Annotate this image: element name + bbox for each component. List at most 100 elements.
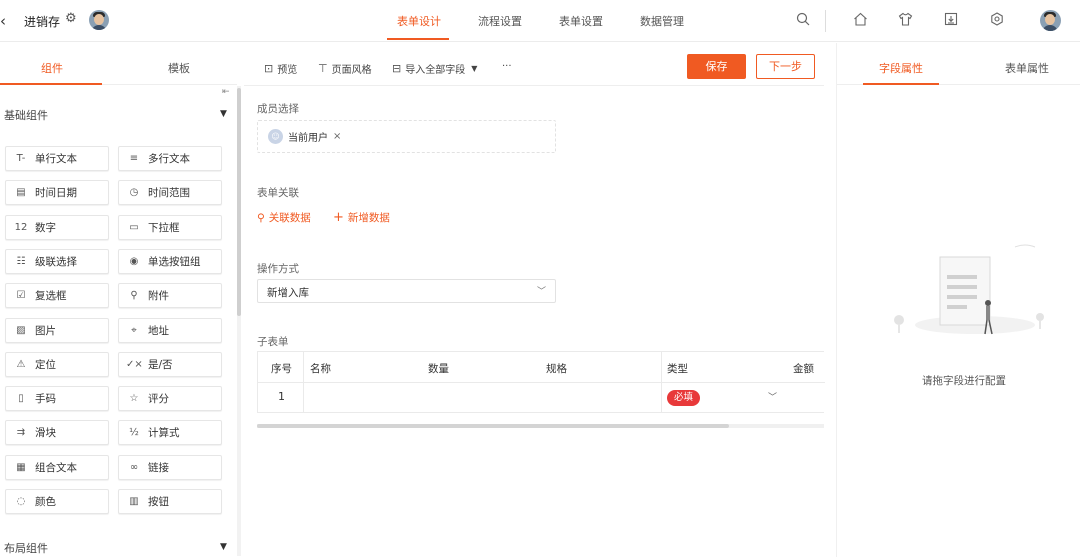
component-yes-no[interactable]: ✓× 是/否 xyxy=(118,351,222,377)
component-location[interactable]: ⚠ 定位 xyxy=(5,351,109,377)
component-label: 计算式 xyxy=(148,427,180,440)
radio-group-icon: ◉ xyxy=(129,255,139,267)
attachment-icon: ⚲ xyxy=(130,290,138,302)
operation-select[interactable]: 新增入库 ﹀ xyxy=(257,279,556,303)
component-button[interactable]: ▥ 按钮 xyxy=(118,489,222,514)
component-label: 链接 xyxy=(148,461,169,474)
tab-form-design[interactable]: 表单设计 xyxy=(397,13,441,29)
caret-down-icon: ▼ xyxy=(471,64,478,73)
import-fields-button[interactable]: ⊟ 导入全部字段 ▼ xyxy=(392,61,477,76)
tab-templates[interactable]: 模板 xyxy=(168,60,190,76)
collapse-panel-icon[interactable]: ⇤ xyxy=(222,87,230,97)
relation-field-label: 表单关联 xyxy=(257,187,299,199)
preview-icon: ⊡ xyxy=(264,62,274,75)
member-chip-label: 当前用户 xyxy=(288,133,328,144)
component-label: 单行文本 xyxy=(35,153,77,165)
component-time-range[interactable]: ◷ 时间范围 xyxy=(118,180,222,206)
component-label: 时间日期 xyxy=(35,187,77,200)
tab-underline xyxy=(863,83,939,85)
image-icon: ▨ xyxy=(16,324,26,336)
component-phone[interactable]: ▯ 手码 xyxy=(5,386,109,412)
component-color[interactable]: ◌ 颜色 xyxy=(5,489,109,514)
settings-icon[interactable] xyxy=(990,12,1004,30)
user-avatar[interactable] xyxy=(1040,10,1061,31)
component-multi-line-text[interactable]: ≡ 多行文本 xyxy=(118,146,222,171)
component-cascade-select[interactable]: ☷ 级联选择 xyxy=(5,248,109,274)
home-icon[interactable] xyxy=(853,12,868,30)
combo-text-icon: ▦ xyxy=(16,461,26,473)
download-icon[interactable] xyxy=(944,12,958,30)
preview-label: 预览 xyxy=(277,65,298,76)
link-icon: ⚲ xyxy=(257,211,265,224)
add-data-button[interactable]: + 新增数据 xyxy=(333,210,390,225)
slider-icon: ⇉ xyxy=(16,427,26,439)
col-header-qty: 数量 xyxy=(428,363,449,375)
tab-form-settings[interactable]: 表单设置 xyxy=(559,13,603,29)
table-scroll-thumb[interactable] xyxy=(257,424,729,428)
button-icon: ▥ xyxy=(129,496,139,507)
operation-field-label: 操作方式 xyxy=(257,263,299,275)
link-data-button[interactable]: ⚲ 关联数据 xyxy=(257,210,311,225)
rating-icon: ☆ xyxy=(129,393,139,405)
operation-value: 新增入库 xyxy=(267,287,309,299)
add-data-label: 新增数据 xyxy=(347,212,390,224)
page-style-button[interactable]: ⊤ 页面风格 xyxy=(318,61,372,76)
checkbox-icon: ☑ xyxy=(16,290,26,302)
component-combo-text[interactable]: ▦ 组合文本 xyxy=(5,454,109,480)
component-link[interactable]: ∞ 链接 xyxy=(118,454,222,480)
component-radio-group[interactable]: ◉ 单选按钮组 xyxy=(118,248,222,274)
component-single-line-text[interactable]: T- 单行文本 xyxy=(5,146,109,171)
next-step-button[interactable]: 下一步 xyxy=(756,54,815,79)
panel-scroll-thumb[interactable] xyxy=(237,88,241,316)
back-icon[interactable]: ‹ xyxy=(0,12,6,30)
component-label: 时间范围 xyxy=(148,187,190,200)
tab-flow-settings[interactable]: 流程设置 xyxy=(478,13,522,29)
chevron-down-icon[interactable]: ▼ xyxy=(220,542,227,552)
preview-button[interactable]: ⊡ 预览 xyxy=(264,61,297,76)
save-button[interactable]: 保存 xyxy=(687,54,746,79)
shirt-icon[interactable] xyxy=(898,12,913,30)
component-label: 复选框 xyxy=(35,290,67,303)
component-slider[interactable]: ⇉ 滑块 xyxy=(5,420,109,446)
link-icon: ∞ xyxy=(129,461,139,473)
component-rating[interactable]: ☆ 评分 xyxy=(118,386,222,412)
component-label: 滑块 xyxy=(35,427,56,440)
member-select-field[interactable]: ☺ 当前用户 × xyxy=(257,120,556,153)
component-attachment[interactable]: ⚲ 附件 xyxy=(118,283,222,309)
cascade-select-icon: ☷ xyxy=(16,255,26,267)
component-label: 多行文本 xyxy=(148,153,190,165)
component-formula[interactable]: ½ 计算式 xyxy=(118,420,222,446)
component-datetime[interactable]: ▤ 时间日期 xyxy=(5,180,109,206)
chevron-down-icon[interactable]: ﹀ xyxy=(768,390,777,403)
member-field-label: 成员选择 xyxy=(257,103,299,115)
component-checkbox[interactable]: ☑ 复选框 xyxy=(5,283,109,309)
basic-group-title: 基础组件 xyxy=(4,109,48,122)
tab-field-properties[interactable]: 字段属性 xyxy=(879,60,923,76)
chevron-down-icon[interactable]: ▼ xyxy=(220,109,227,119)
component-number[interactable]: 12 数字 xyxy=(5,214,109,240)
remove-chip-icon[interactable]: × xyxy=(333,131,341,142)
layout-group-title: 布局组件 xyxy=(4,542,48,555)
tab-form-properties[interactable]: 表单属性 xyxy=(1005,60,1049,76)
component-dropdown[interactable]: ▭ 下拉框 xyxy=(118,214,222,240)
tab-data-manage[interactable]: 数据管理 xyxy=(640,13,684,29)
component-label: 定位 xyxy=(35,358,56,371)
gear-icon[interactable]: ⚙ xyxy=(65,11,77,26)
address-icon: ⌖ xyxy=(131,324,137,336)
import-label: 导入全部字段 xyxy=(405,65,466,76)
import-icon: ⊟ xyxy=(392,62,402,75)
datetime-icon: ▤ xyxy=(16,187,26,199)
component-address[interactable]: ⌖ 地址 xyxy=(118,317,222,343)
component-label: 颜色 xyxy=(35,496,56,508)
search-icon[interactable] xyxy=(796,12,810,30)
tab-components[interactable]: 组件 xyxy=(41,60,63,76)
subform-table: 序号 名称 数量 规格 类型 金额 1 必填 ﹀ xyxy=(257,351,825,413)
top-bar: ‹ 进销存 ⚙ 表单设计 流程设置 表单设置 数据管理 xyxy=(0,0,1080,42)
tab-underline xyxy=(0,83,102,85)
more-button[interactable]: ··· xyxy=(502,61,512,72)
component-label: 评分 xyxy=(148,393,169,406)
col-header-type: 类型 xyxy=(667,363,688,375)
component-label: 单选按钮组 xyxy=(148,255,201,268)
toolbar-divider xyxy=(825,10,826,32)
component-image[interactable]: ▨ 图片 xyxy=(5,317,109,343)
